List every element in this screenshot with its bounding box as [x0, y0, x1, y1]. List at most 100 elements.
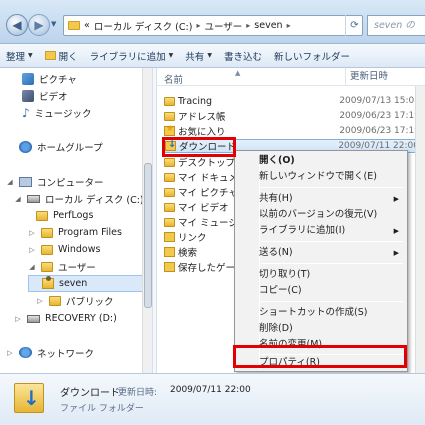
menu-item-restore-previous-versions[interactable]: 以前のバージョンの復元(V)	[259, 207, 405, 223]
open-folder-icon	[44, 51, 56, 60]
file-name: Tracing	[178, 95, 213, 107]
nav-item-pictures[interactable]: ピクチャ	[22, 70, 77, 87]
videos-folder-icon	[164, 202, 175, 212]
nav-item-label: Windows	[58, 244, 101, 255]
menu-item-label: 共有(H)	[259, 193, 293, 204]
download-folder-icon	[14, 383, 44, 413]
expand-arrow-icon[interactable]: ▷	[28, 229, 36, 237]
nav-pane-scrollbar[interactable]	[142, 68, 152, 373]
new-folder-button[interactable]: 新しいフォルダー	[274, 49, 350, 63]
user-folder-icon	[42, 276, 54, 289]
menu-item-label: 送る(N)	[259, 247, 293, 258]
menu-item-delete[interactable]: 削除(D)	[259, 321, 405, 337]
nav-item-program-files[interactable]: ▷ Program Files	[28, 224, 122, 241]
search-input[interactable]: seven の	[367, 15, 425, 36]
nav-item-seven[interactable]: seven	[28, 275, 146, 292]
details-item-type: ファイル フォルダー	[60, 404, 144, 414]
breadcrumb-local-disk[interactable]: ローカル ディスク (C:)	[94, 19, 193, 33]
details-modified-value: 2009/07/11 22:00	[170, 385, 251, 395]
homegroup-icon	[19, 140, 32, 153]
menu-item-add-to-library[interactable]: ライブラリに追加(I) ▶	[259, 223, 405, 239]
music-folder-icon	[164, 217, 175, 227]
sort-up-icon: ▲	[235, 69, 241, 77]
open-button[interactable]: 開く	[44, 49, 78, 63]
highlight-box-properties	[233, 345, 407, 368]
nav-item-public[interactable]: ▷ パブリック	[36, 292, 114, 309]
breadcrumb-users[interactable]: ユーザー	[204, 19, 242, 33]
breadcrumb-seven[interactable]: seven	[254, 20, 282, 31]
menu-item-copy[interactable]: コピー(C)	[259, 283, 405, 299]
breadcrumb-separator-icon[interactable]: ▸	[246, 21, 250, 30]
recent-pages-dropdown[interactable]: ▼	[51, 20, 59, 30]
column-header-name[interactable]: 名前	[164, 72, 183, 86]
submenu-arrow-icon: ▶	[393, 195, 399, 203]
back-button[interactable]: ◀	[6, 14, 28, 36]
expand-arrow-icon[interactable]: ▷	[28, 246, 36, 254]
nav-item-music[interactable]: ♪ ミュージック	[22, 104, 91, 121]
folder-icon	[36, 210, 48, 221]
menu-item-cut[interactable]: 切り取り(T)	[259, 267, 405, 283]
nav-item-perflogs[interactable]: PerfLogs	[36, 207, 93, 224]
chevron-down-icon: ▼	[207, 52, 212, 59]
breadcrumb-separator-icon[interactable]: ▸	[196, 21, 200, 30]
searches-folder-icon	[164, 247, 175, 257]
new-folder-label: 新しいフォルダー	[273, 51, 350, 63]
file-name: お気に入り	[178, 127, 226, 138]
address-bar[interactable]: « ローカル ディスク (C:) ▸ ユーザー ▸ seven ▸	[63, 15, 363, 36]
expand-arrow-icon[interactable]: ◢	[6, 178, 14, 186]
path-overflow-chevron[interactable]: «	[84, 20, 90, 31]
list-item[interactable]: アドレス帳 2009/06/23 17:19	[164, 109, 420, 123]
nav-item-label: ピクチャ	[39, 74, 77, 86]
folder-icon	[41, 227, 53, 238]
list-item[interactable]: お気に入り 2009/06/23 17:19	[164, 124, 420, 138]
nav-item-label: ミュージック	[34, 108, 92, 120]
expand-arrow-icon[interactable]: ▷	[36, 297, 44, 305]
folder-icon	[164, 96, 175, 106]
expand-arrow-icon[interactable]: ◢	[28, 263, 36, 271]
forward-button[interactable]: ▶	[28, 14, 50, 36]
expand-arrow-icon[interactable]: ◢	[14, 195, 22, 203]
nav-item-local-disk[interactable]: ◢ ローカル ディスク (C:)	[14, 190, 144, 207]
file-date: 2009/07/13 15:01	[339, 96, 420, 106]
open-label: 開く	[58, 51, 78, 63]
nav-item-homegroup[interactable]: ホームグループ	[6, 138, 103, 155]
organize-button[interactable]: 整理 ▼	[6, 49, 33, 63]
drive-icon	[27, 314, 40, 323]
favorites-star-icon	[164, 124, 175, 136]
submenu-arrow-icon: ▶	[393, 249, 399, 257]
scrollbar-thumb[interactable]	[144, 163, 152, 308]
nav-item-label: seven	[59, 278, 88, 289]
file-name: マイ ビデオ	[178, 203, 229, 214]
nav-item-computer[interactable]: ◢ コンピューター	[6, 173, 104, 190]
refresh-icon[interactable]: ⟳	[345, 15, 363, 36]
burn-button[interactable]: 書き込む	[224, 49, 262, 63]
music-note-icon: ♪	[22, 105, 30, 120]
nav-item-users[interactable]: ◢ ユーザー	[28, 258, 96, 275]
file-name: マイ ピクチャ	[178, 188, 238, 199]
expand-arrow-icon[interactable]: ▷	[6, 349, 14, 357]
menu-item-open-new-window[interactable]: 新しいウィンドウで開く(E)	[259, 169, 405, 185]
folder-icon	[41, 244, 53, 255]
file-date: 2009/06/23 17:19	[339, 126, 420, 136]
nav-item-network[interactable]: ▷ ネットワーク	[6, 344, 94, 361]
menu-item-share[interactable]: 共有(H) ▶	[259, 191, 405, 207]
menu-item-open[interactable]: 開く(O)	[259, 153, 405, 169]
details-item-name: ダウンロード	[60, 388, 120, 399]
file-list-scrollbar[interactable]	[415, 86, 425, 373]
share-button[interactable]: 共有 ▼	[185, 49, 212, 63]
nav-item-recovery[interactable]: ▷ RECOVERY (D:)	[14, 310, 117, 327]
column-header-date[interactable]: 更新日時	[345, 68, 388, 86]
list-item[interactable]: Tracing 2009/07/13 15:01	[164, 94, 420, 108]
folder-icon	[49, 295, 61, 306]
desktop-folder-icon	[164, 157, 175, 167]
add-to-library-button[interactable]: ライブラリに追加 ▼	[90, 49, 174, 63]
breadcrumb-separator-icon[interactable]: ▸	[287, 21, 291, 30]
expand-arrow-icon[interactable]: ▷	[14, 315, 22, 323]
menu-item-create-shortcut[interactable]: ショートカットの作成(S)	[259, 305, 405, 321]
share-label: 共有	[185, 51, 205, 63]
nav-item-videos[interactable]: ビデオ	[22, 87, 68, 104]
videos-icon	[22, 89, 34, 102]
menu-item-send-to[interactable]: 送る(N) ▶	[259, 245, 405, 261]
nav-item-windows[interactable]: ▷ Windows	[28, 241, 100, 258]
address-bar-area: ◀ ▶ ▼ « ローカル ディスク (C:) ▸ ユーザー ▸ seven ▸ …	[0, 0, 425, 44]
